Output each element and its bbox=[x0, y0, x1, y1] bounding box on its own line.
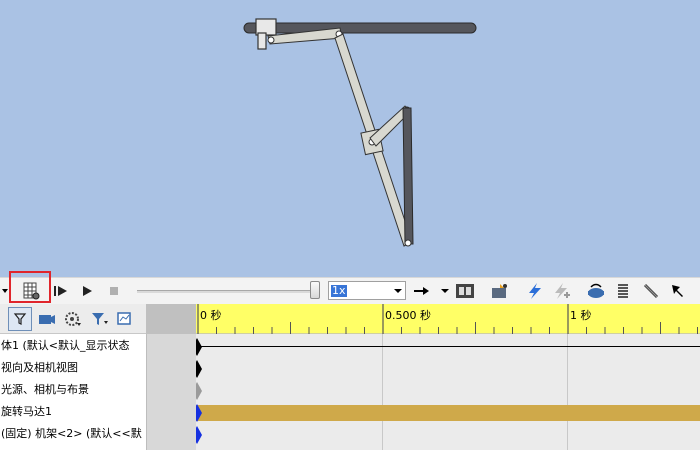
play-button[interactable] bbox=[76, 280, 98, 302]
animation-wizard-icon bbox=[492, 284, 507, 298]
tree-item-label: (固定) 机架<2> (默认<<默 bbox=[1, 427, 142, 440]
calculate-table-icon bbox=[23, 282, 40, 300]
collapse-arrow-icon[interactable] bbox=[0, 280, 16, 302]
tree-item-label: 光源、相机与布景 bbox=[1, 383, 89, 396]
ruler-ticks bbox=[197, 304, 698, 334]
add-key-icon bbox=[555, 283, 570, 299]
tick-label: 0.500 秒 bbox=[385, 309, 431, 322]
select-button[interactable] bbox=[667, 280, 689, 302]
filter-animated-button[interactable] bbox=[8, 307, 32, 331]
contact-pen-icon bbox=[643, 283, 659, 299]
motion-toolbar: 1x bbox=[0, 277, 700, 304]
assembly-track-line bbox=[196, 346, 700, 347]
tick-label: 0 秒 bbox=[200, 309, 222, 322]
camera-filter-icon bbox=[39, 315, 55, 324]
keyframe-diamond[interactable] bbox=[196, 338, 202, 356]
motion-feature-tree: 体1 (默认<默认_显示状态 视向及相机视图 光源、相机与布景 旋转马达1 (固… bbox=[0, 334, 146, 450]
chevron-down-icon bbox=[441, 289, 449, 293]
results-plot-button[interactable] bbox=[114, 307, 138, 331]
timeline-gridline bbox=[382, 334, 383, 450]
spring-icon bbox=[618, 284, 628, 298]
motor-icon bbox=[588, 283, 604, 298]
timeline-area[interactable]: 0 秒 0.500 秒 1 秒 bbox=[196, 304, 700, 450]
spring-button[interactable] bbox=[612, 280, 634, 302]
add-key-button[interactable] bbox=[550, 280, 572, 302]
tree-item-view-camera[interactable]: 视向及相机视图 bbox=[0, 357, 146, 379]
keyframe-diamond[interactable] bbox=[196, 360, 202, 378]
save-animation-button[interactable] bbox=[454, 280, 476, 302]
motor-button[interactable] bbox=[585, 280, 607, 302]
time-ruler[interactable]: 0 秒 0.500 秒 1 秒 bbox=[196, 304, 700, 334]
tree-item-lights[interactable]: 光源、相机与布景 bbox=[0, 379, 146, 401]
playback-mode-dropdown[interactable] bbox=[434, 280, 456, 302]
filter-driving-button[interactable] bbox=[35, 307, 59, 331]
play-from-start-icon bbox=[54, 286, 67, 296]
funnel-icon bbox=[13, 313, 27, 325]
contact-button[interactable] bbox=[640, 280, 662, 302]
animation-wizard-button[interactable] bbox=[489, 280, 511, 302]
play-icon bbox=[83, 286, 92, 296]
filter-selected-button[interactable] bbox=[61, 307, 85, 331]
arrow-right-icon bbox=[414, 287, 429, 295]
play-from-start-button[interactable] bbox=[50, 280, 72, 302]
funnel-blue-icon bbox=[92, 313, 108, 325]
tree-item-label: 视向及相机视图 bbox=[1, 361, 78, 374]
stop-icon bbox=[110, 287, 118, 295]
tree-item-label: 体1 (默认<默认_显示状态 bbox=[1, 339, 130, 352]
ruler-gutter bbox=[146, 304, 196, 334]
keyframe-diamond[interactable] bbox=[196, 404, 202, 422]
plot-icon bbox=[117, 312, 131, 325]
tree-item-label: 旋转马达1 bbox=[1, 405, 52, 418]
arrow-up-left-icon bbox=[672, 285, 683, 297]
playback-slider-track[interactable] bbox=[137, 290, 317, 293]
filter-results-button[interactable] bbox=[88, 307, 112, 331]
linkage-mechanism-model[interactable] bbox=[0, 0, 700, 277]
graphics-viewport[interactable] bbox=[0, 0, 700, 277]
playback-speed-select[interactable]: 1x bbox=[328, 281, 406, 300]
tree-item-rotary-motor[interactable]: 旋转马达1 bbox=[0, 401, 146, 423]
gear-filter-icon bbox=[65, 312, 81, 326]
playback-speed-value: 1x bbox=[331, 283, 347, 297]
tree-filter-toolbar bbox=[0, 304, 146, 334]
timeline-gridline bbox=[567, 334, 568, 450]
autokey-button[interactable] bbox=[524, 280, 546, 302]
keyframe-diamond[interactable] bbox=[196, 426, 202, 444]
playback-slider-thumb[interactable] bbox=[310, 281, 320, 299]
tick-label: 1 秒 bbox=[570, 309, 592, 322]
autokey-icon bbox=[529, 283, 541, 299]
playback-mode-button[interactable] bbox=[410, 280, 432, 302]
calculate-button[interactable] bbox=[20, 280, 42, 302]
tree-item-assembly[interactable]: 体1 (默认<默认_显示状态 bbox=[0, 335, 146, 357]
keyframe-diamond[interactable] bbox=[196, 382, 202, 400]
chevron-down-icon bbox=[394, 289, 402, 293]
stop-button[interactable] bbox=[103, 280, 125, 302]
motor-track-bar[interactable] bbox=[196, 405, 700, 421]
tree-item-frame[interactable]: (固定) 机架<2> (默认<<默 bbox=[0, 423, 146, 445]
film-icon bbox=[456, 284, 474, 298]
